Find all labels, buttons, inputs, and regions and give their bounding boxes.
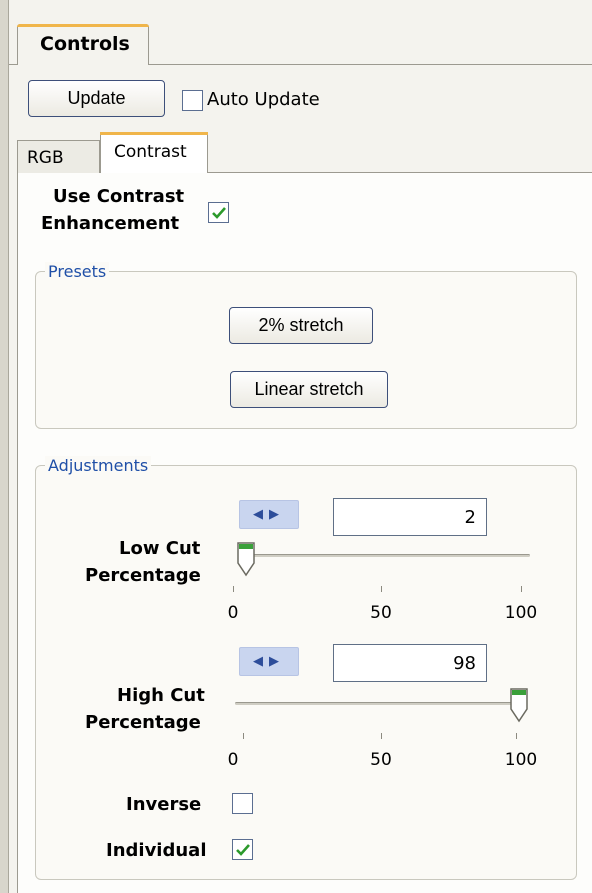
low-cut-label-line2: Percentage: [85, 565, 201, 586]
tab-contrast[interactable]: Contrast: [100, 132, 208, 173]
low-cut-spin-arrows-icon[interactable]: ◀▶: [239, 500, 299, 529]
individual-label: Individual: [106, 840, 207, 861]
low-cut-value-input[interactable]: 2: [333, 498, 487, 536]
use-contrast-checkbox[interactable]: [208, 202, 229, 223]
low-cut-slider-thumb[interactable]: [237, 541, 255, 577]
adjustments-group: [35, 465, 577, 880]
high-tick-label-50: 50: [370, 750, 392, 770]
high-tick-50: [381, 733, 382, 739]
inverse-label: Inverse: [126, 794, 202, 815]
high-cut-spin-arrows-icon[interactable]: ◀▶: [239, 647, 299, 676]
low-tick-label-0: 0: [227, 603, 239, 623]
presets-legend: Presets: [45, 262, 110, 281]
high-tick-label-100: 100: [504, 750, 538, 770]
checkmark-icon: [236, 844, 250, 856]
inverse-checkbox[interactable]: [232, 793, 253, 814]
low-tick-100: [521, 586, 522, 592]
checkmark-icon: [212, 207, 226, 219]
low-tick-50: [381, 586, 382, 592]
high-cut-slider-thumb[interactable]: [510, 687, 528, 723]
use-contrast-label-line2: Enhancement: [41, 213, 180, 234]
auto-update-checkbox[interactable]: [182, 90, 203, 111]
low-cut-slider-track[interactable]: [240, 554, 530, 557]
use-contrast-label-line1: Use Contrast: [53, 186, 185, 207]
window-edge: [0, 0, 9, 893]
adjustments-legend: Adjustments: [45, 456, 152, 475]
low-tick-0: [233, 586, 234, 592]
high-cut-label-line2: Percentage: [85, 712, 201, 733]
low-tick-label-100: 100: [504, 603, 538, 623]
individual-checkbox[interactable]: [232, 839, 253, 860]
high-cut-slider-track[interactable]: [235, 702, 525, 705]
high-tick-100: [516, 733, 517, 739]
high-cut-label-line1: High Cut: [117, 685, 205, 706]
high-tick-0: [243, 733, 244, 739]
update-button[interactable]: Update: [28, 80, 165, 117]
tab-controls[interactable]: Controls: [17, 24, 149, 65]
linear-stretch-button[interactable]: Linear stretch: [230, 371, 388, 408]
high-tick-label-0: 0: [227, 750, 239, 770]
tab-rgb[interactable]: RGB: [17, 140, 100, 173]
two-percent-stretch-button[interactable]: 2% stretch: [229, 307, 373, 344]
high-cut-value-input[interactable]: 98: [333, 644, 487, 682]
low-tick-label-50: 50: [370, 603, 392, 623]
auto-update-label: Auto Update: [207, 89, 320, 110]
low-cut-label-line1: Low Cut: [119, 538, 201, 559]
